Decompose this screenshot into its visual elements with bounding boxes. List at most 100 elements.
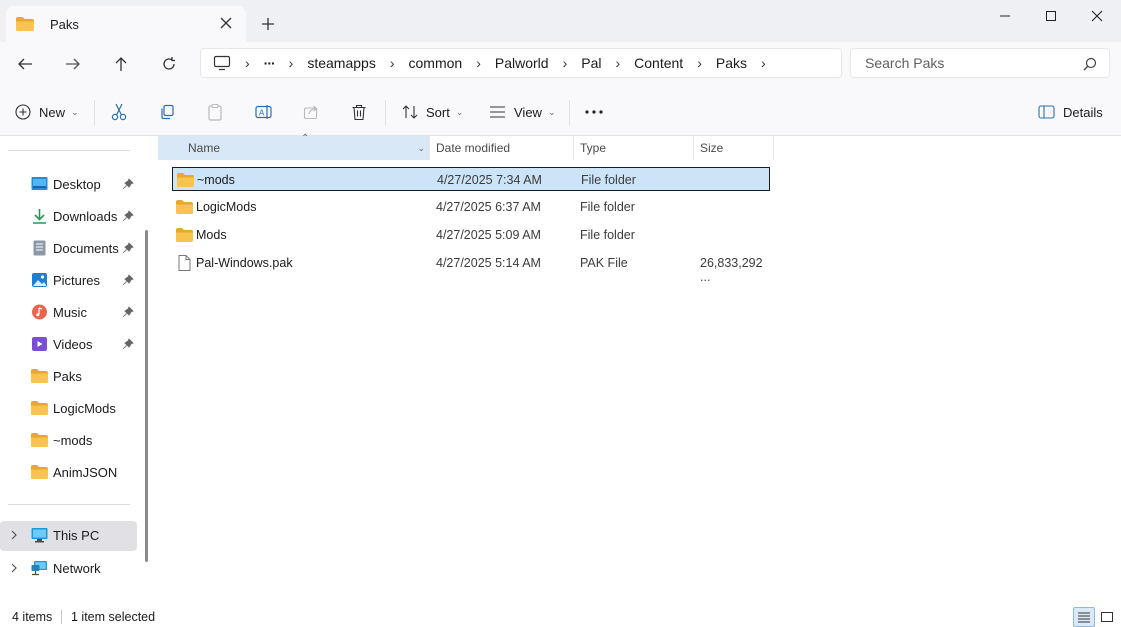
command-bar: New ⌄ A Sort ⌄ View ⌄ Details [0,88,1121,136]
refresh-button[interactable] [155,52,183,76]
pin-icon[interactable] [122,338,134,350]
sort-icon [402,105,418,119]
new-button[interactable]: New ⌄ [15,100,79,124]
chevron-right-icon[interactable]: › [761,55,766,71]
chevron-down-icon[interactable]: ⌄ [417,143,425,154]
chevron-right-icon: › [562,55,568,71]
refresh-icon [163,57,175,70]
column-header-date[interactable]: Date modified [430,136,574,160]
breadcrumb-palworld[interactable]: Palworld [495,55,549,71]
address-row: › ··· › steamapps › common › Palworld › … [0,42,1121,88]
maximize-button[interactable] [1028,4,1074,28]
pin-icon[interactable] [122,306,134,318]
divider [385,100,386,126]
minimize-button[interactable] [982,4,1028,28]
search-icon[interactable] [1083,57,1097,71]
delete-button[interactable] [351,100,367,124]
column-header-size[interactable]: Size [694,136,774,160]
pin-icon[interactable] [122,210,134,222]
share-button[interactable] [303,100,319,124]
folder-icon [31,433,48,447]
status-bar: 4 items 1 item selected [0,606,1121,627]
more-options-button[interactable] [584,100,604,124]
details-view-icon [1078,612,1090,623]
details-view-button[interactable] [1073,607,1095,627]
file-name: LogicMods [196,200,257,214]
sidebar-item-music[interactable]: Music [0,298,137,326]
sidebar-item-documents[interactable]: Documents [0,234,137,262]
sidebar-item-this-pc[interactable]: This PC [0,521,137,551]
sidebar-item-pictures[interactable]: Pictures [0,266,137,294]
breadcrumb-paks[interactable]: Paks [716,55,747,71]
tiles-view-icon [1101,612,1113,622]
this-pc-icon [31,528,48,543]
details-pane-button[interactable]: Details [1038,100,1103,124]
sidebar-item-animjson[interactable]: AnimJSON [0,458,137,486]
plus-circle-icon [15,104,31,120]
tiles-view-button[interactable] [1096,607,1118,627]
sidebar-item-label: LogicMods [53,401,116,416]
arrow-up-icon [115,57,127,71]
sidebar-item-paks[interactable]: Paks [0,362,137,390]
folder-icon [176,200,193,214]
chevron-right-icon: › [697,55,702,71]
sidebar-item-network[interactable]: Network [0,554,137,582]
file-size: 26,833,292 ... [700,256,763,284]
column-header-type[interactable]: Type [574,136,694,160]
table-row[interactable]: ~mods 4/27/2025 7:34 AM File folder [172,167,770,191]
share-icon [303,105,318,120]
chevron-right-icon: › [288,55,294,71]
address-bar[interactable]: › ··· › steamapps › common › Palworld › … [200,48,842,78]
close-tab-icon[interactable] [218,15,234,31]
chevron-right-icon: › [476,55,481,71]
new-tab-button[interactable] [258,14,278,34]
file-date: 4/27/2025 5:14 AM [436,256,541,270]
table-row[interactable]: Mods 4/27/2025 5:09 AM File folder [172,223,770,247]
sort-label: Sort [426,104,450,120]
breadcrumb-common[interactable]: common [409,55,463,71]
table-row[interactable]: Pal-Windows.pak 4/27/2025 5:14 AM PAK Fi… [172,251,770,284]
pin-icon[interactable] [122,178,134,190]
copy-button[interactable] [159,100,175,124]
search-box[interactable] [850,48,1110,78]
breadcrumb-steamapps[interactable]: steamapps [307,55,375,71]
folder-icon [176,228,193,242]
paste-button[interactable] [207,100,223,124]
sidebar-item-label: Videos [53,337,93,352]
cut-button[interactable] [111,100,127,124]
arrow-right-icon [66,58,80,70]
sidebar-item-mods[interactable]: ~mods [0,426,137,454]
rename-button[interactable]: A [255,100,273,124]
more-icon [585,110,603,114]
tab-paks[interactable]: Paks [6,6,246,42]
chevron-right-icon[interactable] [9,530,19,540]
file-date: 4/27/2025 6:37 AM [436,200,541,214]
breadcrumb-pal[interactable]: Pal [581,55,601,71]
sidebar-item-downloads[interactable]: Downloads [0,202,137,230]
column-header-name[interactable]: ⌃ Name ⌄ [158,133,430,160]
selection-count: 1 item selected [71,610,156,624]
back-button[interactable] [11,52,39,76]
pin-icon[interactable] [122,242,134,254]
sidebar-item-label: Network [53,561,101,576]
search-input[interactable] [865,55,1065,71]
up-button[interactable] [107,52,135,76]
sidebar-scrollbar[interactable] [145,230,148,562]
folder-icon [31,401,48,415]
sidebar-item-desktop[interactable]: Desktop [0,170,137,198]
breadcrumb-content[interactable]: Content [634,55,683,71]
sidebar-item-label: Desktop [53,177,101,192]
sort-button[interactable]: Sort ⌄ [402,100,463,124]
close-window-button[interactable] [1074,4,1120,28]
view-button[interactable]: View ⌄ [489,100,556,124]
pin-icon[interactable] [122,274,134,286]
table-row[interactable]: LogicMods 4/27/2025 6:37 AM File folder [172,195,770,219]
chevron-right-icon[interactable] [9,563,19,573]
breadcrumb-overflow[interactable]: ··· [264,55,276,71]
sidebar-item-videos[interactable]: Videos [0,330,137,358]
sidebar-item-logicmods[interactable]: LogicMods [0,394,137,422]
divider [94,100,95,126]
file-date: 4/27/2025 5:09 AM [436,228,541,242]
file-list: ⌃ Name ⌄ Date modified Type Size ~mods 4… [158,133,1121,606]
forward-button[interactable] [59,52,87,76]
